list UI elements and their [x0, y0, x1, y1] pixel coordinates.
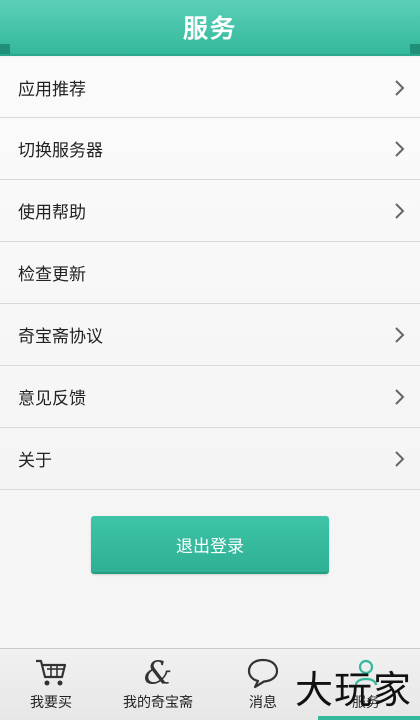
menu-item-label: 应用推荐: [18, 80, 86, 100]
tab-service[interactable]: 服务: [312, 649, 420, 720]
service-icon: [354, 659, 378, 686]
menu-item-label: 使用帮助: [18, 203, 86, 223]
menu-item-app-recommend[interactable]: 应用推荐: [0, 58, 420, 118]
menu-item-about[interactable]: 关于: [0, 428, 420, 490]
menu-item-label: 奇宝斋协议: [18, 327, 103, 347]
menu-item-feedback[interactable]: 意见反馈: [0, 366, 420, 428]
menu-item-label: 检查更新: [18, 265, 86, 285]
tab-label: 服务: [352, 695, 380, 711]
tab-messages[interactable]: 消息: [214, 649, 312, 720]
tab-label: 我的奇宝斋: [123, 695, 193, 711]
menu-item-label: 关于: [18, 451, 52, 471]
chevron-right-icon: [395, 140, 405, 157]
page-title: 服务: [182, 14, 237, 43]
menu-item-label: 切换服务器: [18, 141, 103, 161]
svg-text:&: &: [144, 657, 172, 689]
tab-buy[interactable]: 我要买: [0, 649, 102, 720]
logout-container: 退出登录: [0, 516, 420, 574]
chevron-right-icon: [395, 388, 405, 405]
shopping-cart-icon: [36, 659, 67, 686]
chevron-right-icon: [395, 79, 405, 96]
menu-item-help[interactable]: 使用帮助: [0, 180, 420, 242]
tab-label: 我要买: [30, 695, 72, 711]
tab-label: 消息: [249, 695, 277, 711]
bottom-tab-bar: 我要买 & 我的奇宝斋 消息 服务: [0, 648, 420, 720]
menu-item-label: 意见反馈: [18, 389, 86, 409]
chevron-right-icon: [395, 450, 405, 467]
menu-item-check-update[interactable]: 检查更新: [0, 242, 420, 304]
logout-button[interactable]: 退出登录: [91, 516, 329, 574]
speech-bubble-icon: [247, 658, 279, 689]
menu-item-switch-server[interactable]: 切换服务器: [0, 118, 420, 180]
ampersand-icon: &: [144, 657, 172, 689]
chevron-right-icon: [395, 202, 405, 219]
tab-my-qibaozhai[interactable]: & 我的奇宝斋: [102, 649, 214, 720]
chevron-right-icon: [395, 326, 405, 343]
menu-item-agreement[interactable]: 奇宝斋协议: [0, 304, 420, 366]
header-bar: 服务: [0, 0, 420, 56]
service-menu-list: 应用推荐 切换服务器 使用帮助 检查更新 奇宝斋协议 意见反馈 关于: [0, 58, 420, 490]
